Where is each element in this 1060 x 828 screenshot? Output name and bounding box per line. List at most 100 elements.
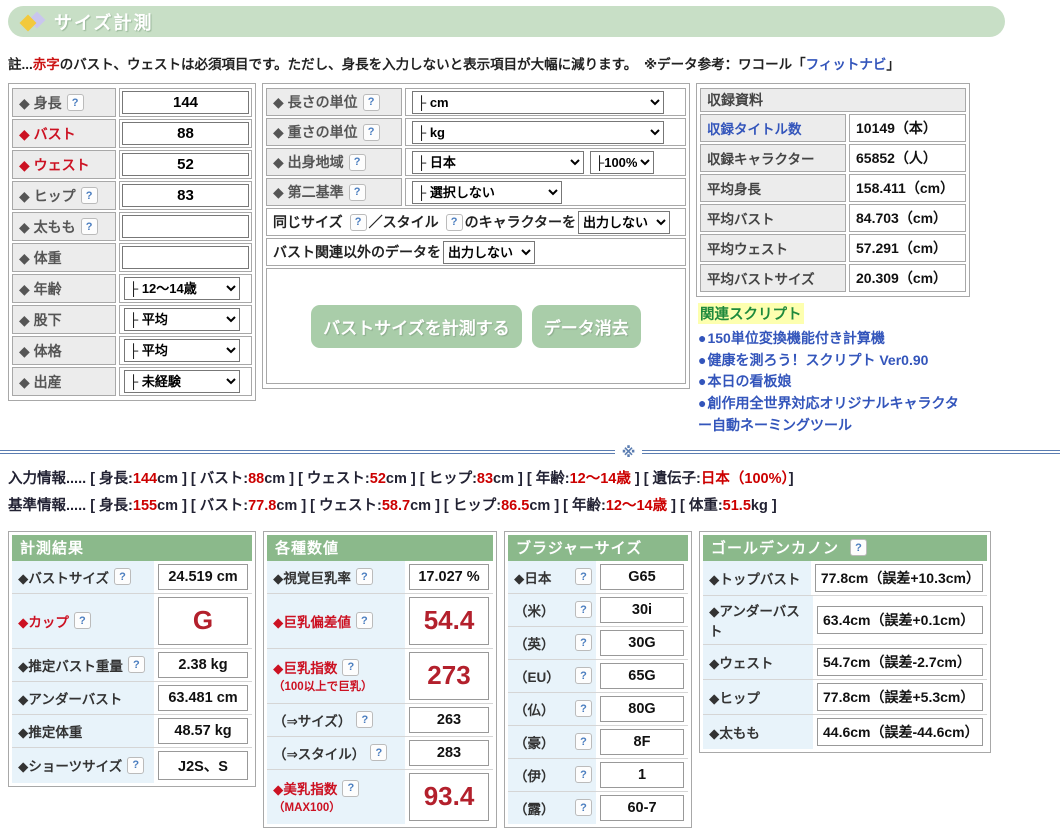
info-segment: [ 年齢:12～14歳 ] (527, 471, 640, 487)
help-icon[interactable]: ? (575, 700, 592, 717)
archive-label: 収録タイトル数 (700, 114, 846, 142)
result-label: ◆推定バスト重量 (18, 655, 123, 675)
row-control-cell (119, 150, 252, 179)
row-control-cell: ├ 12～14歳 (119, 274, 252, 303)
archive-value: 84.703（cm） (849, 204, 966, 232)
row-label-cell: ◆ 第二基準 ? (266, 178, 402, 206)
measurement-select[interactable]: ├ 12～14歳 (124, 277, 240, 300)
archive-value: 57.291（cm） (849, 234, 966, 262)
row-label: ヒップ (34, 188, 76, 204)
related-script-link[interactable]: ●創作用全世界対応オリジナルキャラクター自動ネーミングツール (698, 393, 968, 436)
measurement-input[interactable] (122, 122, 249, 145)
help-icon[interactable]: ? (356, 711, 373, 728)
measurement-input[interactable] (122, 246, 249, 269)
non-bust-output-select[interactable]: 出力しない (443, 241, 535, 264)
row-control-cell: ├ 未経験 (119, 367, 252, 396)
help-icon[interactable]: ? (356, 568, 373, 585)
row-label: 身長 (34, 95, 62, 111)
info-segment: [ バスト:88cm ] (191, 471, 294, 487)
region-percent-select[interactable]: ├100% (590, 151, 654, 174)
page-title-bar: サイズ計測 (8, 6, 1005, 37)
help-icon[interactable]: ? (128, 656, 145, 673)
fitnavi-link[interactable]: フィットナビ (806, 57, 887, 72)
help-icon[interactable]: ? (342, 780, 359, 797)
length-unit-select[interactable]: ├ cm (412, 91, 664, 114)
result-label: ◆推定体重 (18, 721, 82, 741)
archive-value: 158.411（cm） (849, 174, 966, 202)
bra-size-table: ブラジャーサイズ ◆日本? G65 （米）? 30i (504, 531, 692, 828)
row-label: バスト (34, 126, 76, 142)
measure-button[interactable]: バストサイズを計測する (311, 305, 522, 348)
related-script-link[interactable]: ●健康を測ろう！スクリプト Ver0.90 (698, 350, 968, 372)
help-icon[interactable]: ? (575, 601, 592, 618)
help-icon[interactable]: ? (575, 799, 592, 816)
form-row: ◆ 体格 ├ 平均 (12, 336, 252, 365)
divider-mark: ※ (615, 443, 643, 461)
help-icon[interactable]: ? (356, 612, 373, 629)
related-script-link[interactable]: ●本日の看板娘 (698, 371, 968, 393)
result-label: ◆アンダーバスト (709, 600, 809, 640)
result-label: （仏） (514, 699, 555, 719)
help-icon[interactable]: ? (349, 154, 366, 171)
measurement-select[interactable]: ├ 平均 (124, 339, 240, 362)
measurement-input[interactable] (122, 184, 249, 207)
result-value: 77.8cm（誤差+5.3cm） (817, 683, 983, 711)
related-script-link[interactable]: ●150単位変換機能付き計算機 (698, 328, 968, 350)
region-select[interactable]: ├ 日本 (412, 151, 584, 174)
help-icon[interactable]: ? (363, 124, 380, 141)
help-icon[interactable]: ? (81, 218, 98, 235)
archive-label: 収録キャラクター (700, 144, 846, 172)
result-row: ◆巨乳偏差値? 54.4 (267, 593, 493, 648)
result-value: 283 (409, 740, 489, 766)
result-row: （EU）? 65G (508, 659, 688, 692)
row-control-cell: ├ 平均 (119, 336, 252, 365)
help-icon[interactable]: ? (575, 568, 592, 585)
result-row: ◆視覚巨乳率? 17.027 % (267, 561, 493, 593)
result-value: 30G (600, 630, 684, 656)
measurement-input[interactable] (122, 91, 249, 114)
help-icon[interactable]: ? (363, 94, 380, 111)
row-control-cell (119, 88, 252, 117)
table-title: ブラジャーサイズ (508, 535, 688, 561)
result-label: ◆ショーツサイズ (18, 755, 122, 775)
help-icon[interactable]: ? (575, 634, 592, 651)
measurement-input[interactable] (122, 215, 249, 238)
form-row: ◆ 重さの単位 ? ├ kg (266, 118, 686, 146)
same-size-output-select[interactable]: 出力しない (578, 211, 670, 234)
archive-label: 平均身長 (700, 174, 846, 202)
second-standard-select[interactable]: ├ 選択しない (412, 181, 562, 204)
result-value: 17.027 % (409, 564, 489, 590)
measurement-select[interactable]: ├ 未経験 (124, 370, 240, 393)
sidebar: 収録資料 収録タイトル数 10149（本） 収録キャラクター 65852（人） … (696, 83, 970, 436)
help-icon[interactable]: ? (114, 568, 131, 585)
help-icon[interactable]: ? (74, 612, 91, 629)
archive-row: 収録キャラクター 65852（人） (700, 144, 966, 172)
result-row: ◆日本? G65 (508, 561, 688, 593)
help-icon[interactable]: ? (446, 214, 463, 231)
help-icon[interactable]: ? (850, 539, 867, 556)
measurement-form: ◆ 身長 ? ◆ バスト (8, 83, 1052, 436)
row-label: 太もも (34, 219, 76, 235)
info-segment: [ ヒップ:83cm ] (420, 471, 523, 487)
help-icon[interactable]: ? (350, 214, 367, 231)
help-icon[interactable]: ? (81, 187, 98, 204)
help-icon[interactable]: ? (575, 667, 592, 684)
help-icon[interactable]: ? (67, 94, 84, 111)
weight-unit-select[interactable]: ├ kg (412, 121, 664, 144)
help-icon[interactable]: ? (342, 659, 359, 676)
help-icon[interactable]: ? (575, 733, 592, 750)
archive-value: 10149（本） (849, 114, 966, 142)
required-note: 註...赤字のバスト、ウェストは必須項目です。ただし、身長を入力しないと表示項目… (8, 53, 1052, 73)
measurement-input[interactable] (122, 153, 249, 176)
result-value: 60-7 (600, 795, 684, 821)
help-icon[interactable]: ? (127, 757, 144, 774)
clear-button[interactable]: データ消去 (532, 305, 641, 348)
help-icon[interactable]: ? (370, 744, 387, 761)
result-row: ◆ウェスト 54.7cm（誤差-2.7cm） (703, 644, 987, 679)
note-red-text: 赤字 (33, 57, 60, 72)
help-icon[interactable]: ? (349, 184, 366, 201)
row-label-cell: ◆ 体重 (12, 243, 116, 272)
result-value: 65G (600, 663, 684, 689)
info-segment: [ 年齢:12～14歳 ] (563, 498, 676, 514)
measurement-select[interactable]: ├ 平均 (124, 308, 240, 331)
